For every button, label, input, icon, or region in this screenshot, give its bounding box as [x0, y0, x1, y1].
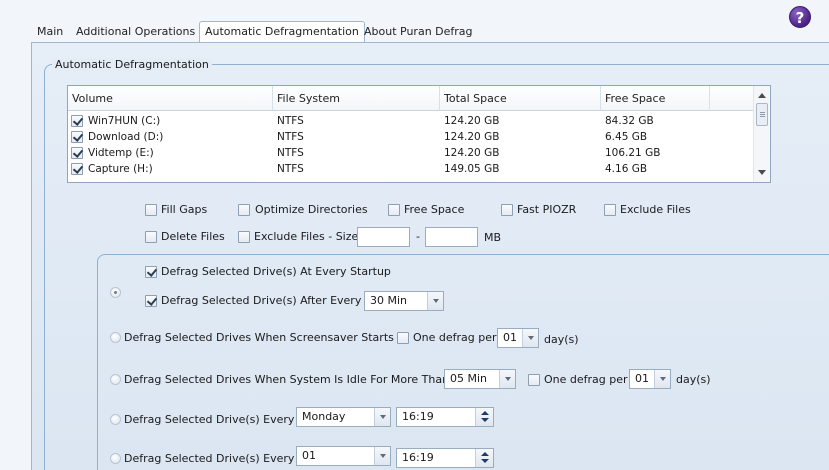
table-header: Volume File System Total Space Free Spac…: [68, 86, 754, 111]
table-row[interactable]: Capture (H:) NTFS 149.05 GB 4.16 GB: [68, 161, 754, 177]
scroll-thumb[interactable]: [756, 103, 768, 126]
screensaver-days-select[interactable]: 01: [497, 328, 539, 348]
size-max-input[interactable]: [425, 227, 478, 247]
startup-label: Defrag Selected Drive(s) At Every Startu…: [161, 265, 391, 278]
table-row[interactable]: Download (D:) NTFS 124.20 GB 6.45 GB: [68, 129, 754, 145]
exclude-files-size-checkbox[interactable]: [238, 231, 250, 243]
weekly-day-select[interactable]: Monday: [296, 407, 391, 427]
drive-checkbox[interactable]: [71, 163, 83, 175]
monthly-day-select[interactable]: 01: [296, 446, 391, 466]
volume-cell: Win7HUN (C:): [88, 115, 161, 127]
idle-one-defrag-per-label: One defrag per: [544, 373, 628, 386]
column-header-volume[interactable]: Volume: [68, 86, 273, 111]
after-every-select[interactable]: 30 Min: [364, 291, 444, 311]
weekly-time-spinner[interactable]: 16:19: [396, 407, 494, 427]
chevron-down-icon[interactable]: [654, 370, 670, 388]
free-cell: 106.21 GB: [605, 147, 661, 159]
group-title: Automatic Defragmentation: [52, 58, 212, 71]
fill-gaps-checkbox[interactable]: [145, 204, 157, 216]
chevron-down-icon[interactable]: [427, 292, 443, 310]
volume-cell: Capture (H:): [88, 163, 153, 175]
spin-arrows-icon[interactable]: [475, 408, 493, 426]
free-space-checkbox[interactable]: [388, 204, 400, 216]
chevron-down-icon[interactable]: [499, 370, 515, 388]
exclude-files-checkbox[interactable]: [604, 204, 616, 216]
optimize-directories-checkbox[interactable]: [238, 204, 250, 216]
delete-files-label: Delete Files: [161, 230, 225, 243]
fast-piozr-checkbox[interactable]: [501, 204, 513, 216]
tab-automatic-defragmentation[interactable]: Automatic Defragmentation: [199, 21, 365, 43]
scroll-up-arrow-icon[interactable]: [758, 93, 766, 98]
tab-main[interactable]: Main: [37, 24, 63, 42]
free-cell: 84.32 GB: [605, 115, 654, 127]
monthly-time-spinner[interactable]: 16:19: [396, 448, 494, 468]
radio-startup-interval[interactable]: [110, 287, 121, 298]
total-cell: 149.05 GB: [444, 163, 500, 175]
total-cell: 124.20 GB: [444, 115, 500, 127]
total-cell: 124.20 GB: [444, 131, 500, 143]
idle-one-defrag-checkbox[interactable]: [528, 374, 540, 386]
idle-select[interactable]: 05 Min: [444, 369, 516, 389]
after-every-label: Defrag Selected Drive(s) After Every: [161, 294, 362, 307]
days-unit-label: day(s): [544, 333, 579, 346]
schedule-group: [97, 254, 829, 470]
scroll-down-arrow-icon[interactable]: [758, 170, 766, 175]
monthly-label: Defrag Selected Drive(s) Every: [124, 452, 295, 465]
table-row[interactable]: Vidtemp (E:) NTFS 124.20 GB 106.21 GB: [68, 145, 754, 161]
idle-days-select[interactable]: 01: [629, 369, 671, 389]
delete-files-checkbox[interactable]: [145, 231, 157, 243]
drive-checkbox[interactable]: [71, 131, 83, 143]
drive-checkbox[interactable]: [71, 115, 83, 127]
fs-cell: NTFS: [277, 163, 304, 175]
tab-bar: Main Additional Operations Automatic Def…: [0, 0, 829, 44]
fs-cell: NTFS: [277, 147, 304, 159]
table-row[interactable]: Win7HUN (C:) NTFS 124.20 GB 84.32 GB: [68, 113, 754, 129]
chevron-down-icon[interactable]: [522, 329, 538, 347]
fs-cell: NTFS: [277, 131, 304, 143]
weekly-label: Defrag Selected Drive(s) Every: [124, 413, 295, 426]
radio-screensaver[interactable]: [110, 332, 121, 343]
size-min-input[interactable]: [357, 227, 410, 247]
after-every-checkbox[interactable]: [145, 295, 157, 307]
chevron-down-icon[interactable]: [374, 447, 390, 465]
exclude-files-label: Exclude Files: [620, 203, 691, 216]
column-header-free-space[interactable]: Free Space: [601, 86, 710, 111]
table-scrollbar[interactable]: [753, 86, 770, 182]
idle-days-unit-label: day(s): [676, 373, 711, 386]
drive-table: Volume File System Total Space Free Spac…: [67, 85, 771, 183]
volume-cell: Vidtemp (E:): [88, 147, 154, 159]
radio-monthly[interactable]: [110, 453, 121, 464]
fast-piozr-label: Fast PIOZR: [517, 203, 577, 216]
radio-weekly[interactable]: [110, 414, 121, 425]
free-cell: 4.16 GB: [605, 163, 648, 175]
tab-about[interactable]: About Puran Defrag: [364, 24, 473, 42]
optimize-directories-label: Optimize Directories: [255, 203, 368, 216]
volume-cell: Download (D:): [88, 131, 164, 143]
size-unit-label: MB: [484, 231, 502, 244]
screensaver-label: Defrag Selected Drives When Screensaver …: [124, 331, 394, 344]
chevron-down-icon[interactable]: [374, 408, 390, 426]
radio-idle[interactable]: [110, 374, 121, 385]
free-cell: 6.45 GB: [605, 131, 648, 143]
one-defrag-per-label: One defrag per: [413, 331, 497, 344]
tab-additional-operations[interactable]: Additional Operations: [76, 24, 195, 42]
help-icon[interactable]: ?: [789, 6, 811, 28]
column-header-file-system[interactable]: File System: [273, 86, 440, 111]
column-header-total-space[interactable]: Total Space: [440, 86, 601, 111]
idle-label: Defrag Selected Drives When System Is Id…: [124, 373, 450, 386]
drive-checkbox[interactable]: [71, 147, 83, 159]
fs-cell: NTFS: [277, 115, 304, 127]
total-cell: 124.20 GB: [444, 147, 500, 159]
exclude-files-size-label: Exclude Files - Size: [254, 230, 359, 243]
spin-arrows-icon[interactable]: [475, 449, 493, 467]
free-space-label: Free Space: [404, 203, 465, 216]
startup-checkbox[interactable]: [145, 266, 157, 278]
size-dash: -: [416, 230, 420, 243]
fill-gaps-label: Fill Gaps: [161, 203, 208, 216]
screensaver-one-defrag-checkbox[interactable]: [397, 332, 409, 344]
